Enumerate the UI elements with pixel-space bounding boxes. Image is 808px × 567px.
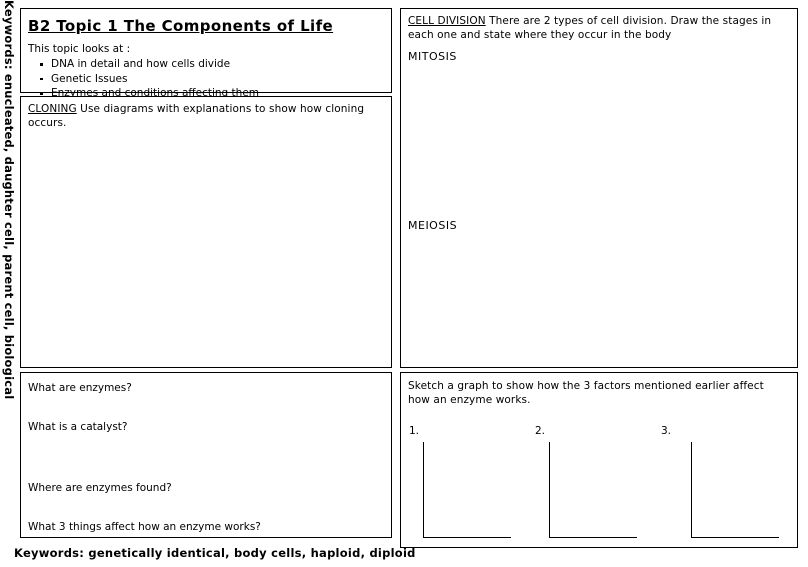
topic-intro-label: This topic looks at : [28, 43, 131, 55]
enzyme-question-3: Where are enzymes found? [28, 482, 172, 494]
graph-number-3: 3. [661, 425, 672, 437]
cloning-answer-box[interactable]: CLONING Use diagrams with explanations t… [20, 96, 392, 368]
list-item: DNA in detail and how cells divide [38, 57, 384, 72]
y-axis-line-1 [423, 442, 424, 538]
topic-overview-box: B2 Topic 1 The Components of Life This t… [20, 8, 392, 99]
enzyme-questions-box[interactable]: What are enzymes? What is a catalyst? Wh… [20, 372, 392, 538]
side-keywords-text: Keywords: enucleated, daughter cell, par… [2, 0, 16, 400]
graph-number-2: 2. [535, 425, 546, 437]
worksheet-page: Keywords: enucleated, daughter cell, par… [0, 0, 808, 567]
cloning-instruction: Use diagrams with explanations to show h… [28, 103, 365, 129]
graph-sketch-box[interactable]: Sketch a graph to show how the 3 factors… [400, 372, 798, 548]
enzyme-question-4: What 3 things affect how an enzyme works… [28, 521, 261, 533]
graph-instruction: Sketch a graph to show how the 3 factors… [408, 380, 764, 406]
graph-axes-3[interactable]: 3. [661, 425, 791, 538]
x-axis-line-1 [423, 537, 511, 538]
x-axis-line-3 [691, 537, 779, 538]
graph-number-1: 1. [409, 425, 420, 437]
topic-bullet-list: DNA in detail and how cells divide Genet… [28, 57, 384, 101]
enzyme-question-2: What is a catalyst? [28, 421, 128, 433]
mitosis-label: MITOSIS [408, 50, 457, 63]
x-axis-line-2 [549, 537, 637, 538]
y-axis-line-3 [691, 442, 692, 538]
y-axis-line-2 [549, 442, 550, 538]
cloning-heading: CLONING [28, 103, 77, 115]
list-item: Genetic Issues [38, 72, 384, 87]
side-keywords-strip: Keywords: enucleated, daughter cell, par… [0, 0, 18, 400]
cell-division-heading: CELL DIVISION [408, 15, 486, 27]
bottom-keywords-text: Keywords: genetically identical, body ce… [14, 546, 416, 560]
cell-division-prompt: CELL DIVISION There are 2 types of cell … [408, 15, 790, 42]
enzyme-question-1: What are enzymes? [28, 382, 132, 394]
graph-axes-1[interactable]: 1. [409, 425, 519, 538]
graph-axes-2[interactable]: 2. [535, 425, 645, 538]
cell-division-box[interactable]: CELL DIVISION There are 2 types of cell … [400, 8, 798, 368]
meiosis-label: MEIOSIS [408, 219, 458, 232]
page-title: B2 Topic 1 The Components of Life [28, 17, 334, 35]
cloning-prompt: CLONING Use diagrams with explanations t… [28, 103, 384, 130]
